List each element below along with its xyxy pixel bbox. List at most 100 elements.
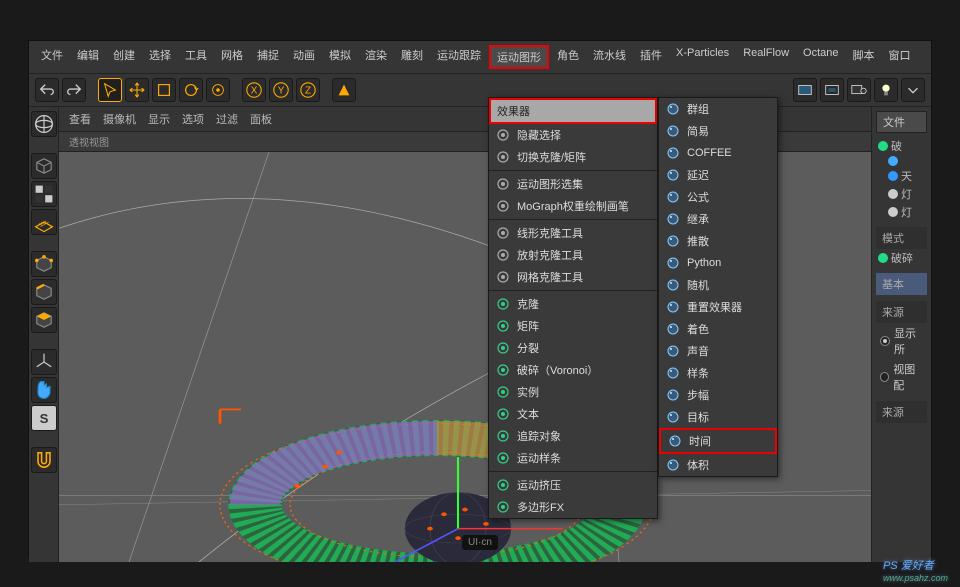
effector-群组[interactable]: 群组 xyxy=(659,98,777,120)
menu-网格[interactable]: 网格 xyxy=(215,45,249,69)
poly-mode[interactable] xyxy=(31,307,57,333)
basic-tab[interactable]: 基本 xyxy=(876,273,927,295)
menu-item-破碎（Voronoi）[interactable]: 破碎（Voronoi） xyxy=(489,359,657,381)
snap-toggle[interactable]: S xyxy=(31,405,57,431)
menu-选择[interactable]: 选择 xyxy=(143,45,177,69)
model-mode[interactable] xyxy=(31,153,57,179)
radio-view-config[interactable]: 视图配 xyxy=(876,359,927,395)
point-mode[interactable] xyxy=(31,251,57,277)
tree-item[interactable]: 天 xyxy=(876,167,927,185)
menu-运动跟踪[interactable]: 运动跟踪 xyxy=(431,45,487,69)
menu-X-Particles[interactable]: X-Particles xyxy=(670,45,735,69)
texture-mode[interactable] xyxy=(31,181,57,207)
tree-item[interactable] xyxy=(876,155,927,167)
select-tool[interactable] xyxy=(98,78,122,102)
render-button[interactable] xyxy=(793,78,817,102)
menu-工具[interactable]: 工具 xyxy=(179,45,213,69)
effector-样条[interactable]: 样条 xyxy=(659,362,777,384)
menu-item-运动图形选集[interactable]: 运动图形选集 xyxy=(489,173,657,195)
menu-item-网格克隆工具[interactable]: 网格克隆工具 xyxy=(489,266,657,288)
render-pv[interactable] xyxy=(847,78,871,102)
rotate-tool[interactable] xyxy=(179,78,203,102)
menu-item-线形克隆工具[interactable]: 线形克隆工具 xyxy=(489,222,657,244)
menu-窗口[interactable]: 窗口 xyxy=(883,45,917,69)
render-region[interactable] xyxy=(820,78,844,102)
swap-icon xyxy=(495,149,511,165)
effector-继承[interactable]: 继承 xyxy=(659,208,777,230)
edge-mode[interactable] xyxy=(31,279,57,305)
globe-icon[interactable] xyxy=(31,111,57,137)
axis-y[interactable]: Y xyxy=(269,78,293,102)
menu-脚本[interactable]: 脚本 xyxy=(847,45,881,69)
coord-button[interactable] xyxy=(332,78,356,102)
menu-item-克隆[interactable]: 克隆 xyxy=(489,293,657,315)
menu-雕刻[interactable]: 雕刻 xyxy=(395,45,429,69)
menu-item-放射克隆工具[interactable]: 放射克隆工具 xyxy=(489,244,657,266)
menu-模拟[interactable]: 模拟 xyxy=(323,45,357,69)
effector-时间[interactable]: 时间 xyxy=(659,428,777,454)
magnet-icon[interactable] xyxy=(31,447,57,473)
menu-文件[interactable]: 文件 xyxy=(35,45,69,69)
files-tab[interactable]: 文件 xyxy=(876,111,927,133)
effector-声音[interactable]: 声音 xyxy=(659,340,777,362)
recent-tool[interactable] xyxy=(206,78,230,102)
workplane-mode[interactable] xyxy=(31,209,57,235)
menu-创建[interactable]: 创建 xyxy=(107,45,141,69)
redo-button[interactable] xyxy=(62,78,86,102)
more-icon[interactable] xyxy=(901,78,925,102)
effector-目标[interactable]: 目标 xyxy=(659,406,777,428)
menu-item-矩阵[interactable]: 矩阵 xyxy=(489,315,657,337)
menu-渲染[interactable]: 渲染 xyxy=(359,45,393,69)
menu-插件[interactable]: 插件 xyxy=(634,45,668,69)
effector-简易[interactable]: 简易 xyxy=(659,120,777,142)
scale-tool[interactable] xyxy=(152,78,176,102)
menu-动画[interactable]: 动画 xyxy=(287,45,321,69)
menu-item-分裂[interactable]: 分裂 xyxy=(489,337,657,359)
menu-item-MoGraph权重绘制画笔[interactable]: MoGraph权重绘制画笔 xyxy=(489,195,657,217)
menu-流水线[interactable]: 流水线 xyxy=(587,45,632,69)
menu-item-文本[interactable]: 文本 xyxy=(489,403,657,425)
tree-item[interactable]: 破 xyxy=(876,137,927,155)
move-tool[interactable] xyxy=(125,78,149,102)
menu-捕捉[interactable]: 捕捉 xyxy=(251,45,285,69)
effector-重置效果器[interactable]: 重置效果器 xyxy=(659,296,777,318)
tree-item[interactable]: 灯 xyxy=(876,185,927,203)
axis-x[interactable]: X xyxy=(242,78,266,102)
menu-item-隐藏选择[interactable]: 隐藏选择 xyxy=(489,124,657,146)
menu-item-追踪对象[interactable]: 追踪对象 xyxy=(489,425,657,447)
undo-button[interactable] xyxy=(35,78,59,102)
menu-编辑[interactable]: 编辑 xyxy=(71,45,105,69)
vp-menu-面板[interactable]: 面板 xyxy=(250,111,272,127)
vp-menu-查看[interactable]: 查看 xyxy=(69,111,91,127)
effector-推散[interactable]: 推散 xyxy=(659,230,777,252)
menu-角色[interactable]: 角色 xyxy=(551,45,585,69)
menu-运动图形[interactable]: 运动图形 xyxy=(489,45,549,69)
effector-着色[interactable]: 着色 xyxy=(659,318,777,340)
effectors-submenu[interactable]: 效果器▸ xyxy=(489,98,657,124)
axis-toggle[interactable] xyxy=(31,349,57,375)
effector-Python[interactable]: Python xyxy=(659,252,777,274)
light-icon[interactable] xyxy=(874,78,898,102)
menu-item-运动挤压[interactable]: 运动挤压 xyxy=(489,474,657,496)
vp-menu-过滤[interactable]: 过滤 xyxy=(216,111,238,127)
effector-步幅[interactable]: 步幅 xyxy=(659,384,777,406)
menu-Octane[interactable]: Octane xyxy=(797,45,844,69)
tweak-mode[interactable] xyxy=(31,377,57,403)
vp-menu-显示[interactable]: 显示 xyxy=(148,111,170,127)
menu-item-实例[interactable]: 实例 xyxy=(489,381,657,403)
effector-体积[interactable]: 体积 xyxy=(659,454,777,476)
vp-menu-摄像机[interactable]: 摄像机 xyxy=(103,111,136,127)
effector-COFFEE[interactable]: COFFEE xyxy=(659,142,777,164)
effector-公式[interactable]: 公式 xyxy=(659,186,777,208)
menu-item-多边形FX[interactable]: 多边形FX xyxy=(489,496,657,518)
mode-section-label: 模式 xyxy=(876,227,927,249)
menu-item-运动样条[interactable]: 运动样条 xyxy=(489,447,657,469)
radio-show-all[interactable]: 显示所 xyxy=(876,323,927,359)
effector-延迟[interactable]: 延迟 xyxy=(659,164,777,186)
menu-item-切换克隆/矩阵[interactable]: 切换克隆/矩阵 xyxy=(489,146,657,168)
axis-z[interactable]: Z xyxy=(296,78,320,102)
effector-随机[interactable]: 随机 xyxy=(659,274,777,296)
menu-RealFlow[interactable]: RealFlow xyxy=(737,45,795,69)
tree-item[interactable]: 灯 xyxy=(876,203,927,221)
vp-menu-选项[interactable]: 选项 xyxy=(182,111,204,127)
